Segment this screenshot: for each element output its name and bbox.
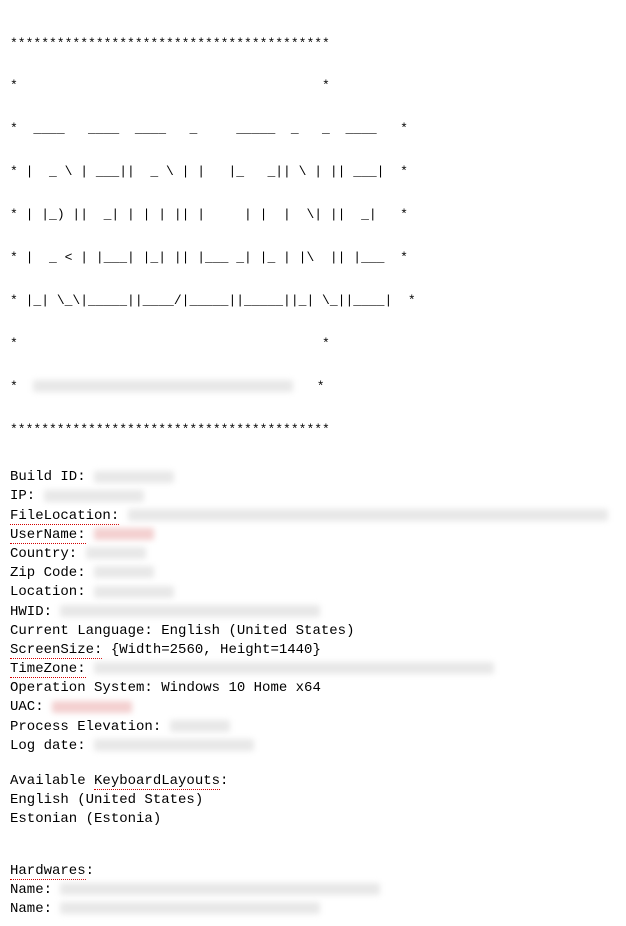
field-file-location: FileLocation: x (10, 507, 616, 525)
country-value-redacted: x (86, 547, 146, 559)
time-zone-label: TimeZone: (10, 661, 86, 678)
hardware-name-label: Name: (10, 882, 52, 898)
banner-tag-row: * x * (10, 380, 616, 394)
screen-size-value: {Width=2560, Height=1440} (111, 642, 321, 658)
hardware-row: Name: x (10, 900, 616, 918)
banner-stars-top: ****************************************… (10, 37, 616, 51)
ip-label: IP: (10, 488, 35, 504)
field-log-date: Log date: x (10, 737, 616, 755)
banner-stars-bottom: ****************************************… (10, 423, 616, 437)
field-build-id: Build ID: x (10, 468, 616, 486)
field-zip-code: Zip Code: x (10, 564, 616, 582)
ip-value-redacted: x (44, 490, 144, 502)
country-label: Country: (10, 546, 77, 562)
hardwares-heading-word: Hardwares (10, 863, 86, 880)
field-operation-system: Operation System: Windows 10 Home x64 (10, 679, 616, 697)
hardwares-heading: Hardwares: (10, 862, 616, 880)
location-label: Location: (10, 584, 86, 600)
time-zone-value-redacted: x (94, 662, 494, 674)
current-language-label: Current Language: (10, 623, 153, 639)
screen-size-label: ScreenSize: (10, 642, 102, 659)
banner-blank-row: * * (10, 79, 616, 93)
user-name-label: UserName: (10, 527, 86, 544)
zip-code-value-redacted: x (94, 566, 154, 578)
field-time-zone: TimeZone: x (10, 660, 616, 678)
current-language-value: English (United States) (161, 623, 354, 639)
hardware-name-value-redacted: x (60, 883, 380, 895)
hardware-name-label: Name: (10, 901, 52, 917)
keyboard-layouts-suffix: : (220, 773, 228, 789)
user-name-value-redacted: x (94, 528, 154, 540)
keyboard-layout-item: English (United States) (10, 791, 616, 809)
field-hwid: HWID: x (10, 603, 616, 621)
banner-logo-line: * ____ ____ ____ _ _____ _ _ ____ * (10, 122, 616, 136)
banner-logo-line: * | |_) || _| | | | || | | | | \| || _| … (10, 208, 616, 222)
field-screen-size: ScreenSize: {Width=2560, Height=1440} (10, 641, 616, 659)
zip-code-label: Zip Code: (10, 565, 86, 581)
process-elevation-value-redacted: x (170, 720, 230, 732)
hwid-label: HWID: (10, 604, 52, 620)
hardware-name-value-redacted: x (60, 902, 320, 914)
keyboard-layout-item: Estonian (Estonia) (10, 810, 616, 828)
field-process-elevation: Process Elevation: x (10, 718, 616, 736)
build-id-value-redacted: x (94, 471, 174, 483)
hardware-row: Name: x (10, 881, 616, 899)
operation-system-value: Windows 10 Home x64 (161, 680, 321, 696)
field-user-name: UserName: x (10, 526, 616, 544)
banner-tag-redacted: x (33, 380, 293, 392)
field-uac: UAC: x (10, 698, 616, 716)
keyboard-layouts-word: KeyboardLayouts (94, 773, 220, 790)
hardwares-heading-suffix: : (86, 863, 94, 879)
field-current-language: Current Language: English (United States… (10, 622, 616, 640)
process-elevation-label: Process Elevation: (10, 719, 161, 735)
uac-label: UAC: (10, 699, 44, 715)
banner-logo-line: * | _ \ | ___|| _ \ | | |_ _|| \ | || __… (10, 165, 616, 179)
location-value-redacted: x (94, 586, 174, 598)
hwid-value-redacted: x (60, 605, 320, 617)
field-country: Country: x (10, 545, 616, 563)
keyboard-layouts-prefix: Available (10, 773, 94, 789)
file-location-label: FileLocation: (10, 508, 119, 525)
operation-system-label: Operation System: (10, 680, 153, 696)
log-date-value-redacted: x (94, 739, 254, 751)
build-id-label: Build ID: (10, 469, 86, 485)
ascii-banner: ****************************************… (10, 8, 616, 451)
field-ip: IP: x (10, 487, 616, 505)
file-location-value-redacted: x (128, 509, 608, 521)
log-date-label: Log date: (10, 738, 86, 754)
uac-value-redacted: x (52, 701, 132, 713)
banner-logo-line: * | _ < | |___| |_| || |___ _| |_ | |\ |… (10, 251, 616, 265)
keyboard-layouts-heading: Available KeyboardLayouts: (10, 772, 616, 790)
field-location: Location: x (10, 583, 616, 601)
banner-blank-row: * * (10, 337, 616, 351)
banner-logo-line: * |_| \_\|_____||____/|_____||_____||_| … (10, 294, 616, 308)
